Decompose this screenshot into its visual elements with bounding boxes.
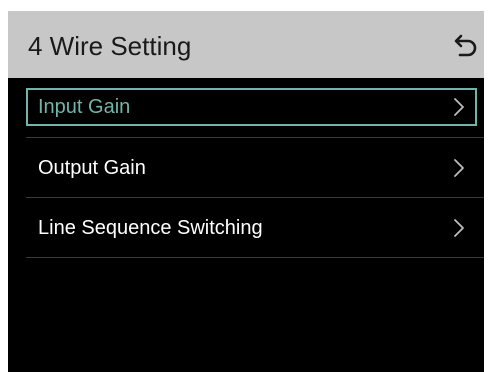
page-title: 4 Wire Setting [28, 31, 192, 61]
header-bar: 4 Wire Setting [8, 11, 484, 78]
return-arrow-icon[interactable] [453, 33, 479, 57]
chevron-right-icon [454, 159, 464, 177]
menu-item-label: Line Sequence Switching [38, 217, 263, 239]
chevron-right-icon [454, 219, 464, 237]
menu-item-label: Output Gain [38, 157, 146, 179]
menu-item-line-sequence-switching[interactable]: Line Sequence Switching [26, 198, 482, 257]
divider [26, 257, 484, 258]
menu-item-output-gain[interactable]: Output Gain [26, 138, 482, 197]
device-screen: 4 Wire Setting Input Gain Output Gain Li… [8, 11, 484, 372]
menu-item-label: Input Gain [38, 96, 131, 118]
chevron-right-icon [454, 98, 464, 116]
